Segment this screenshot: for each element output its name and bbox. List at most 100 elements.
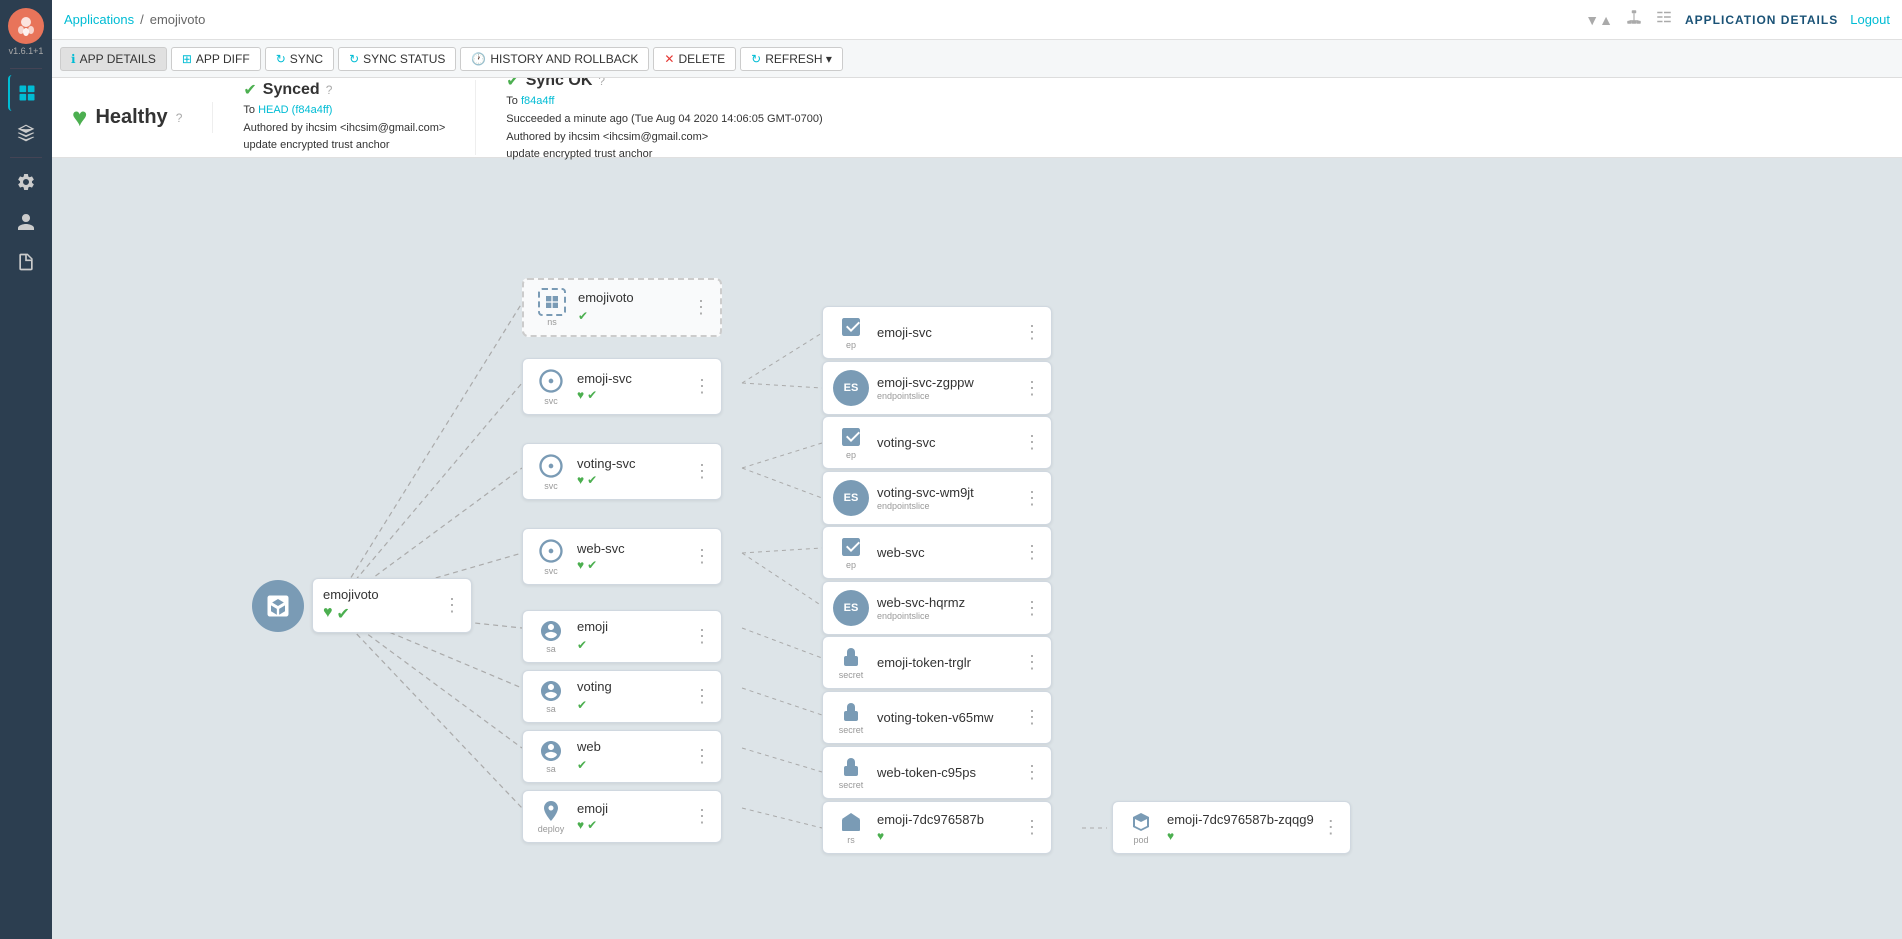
breadcrumb-current: emojivoto xyxy=(150,12,206,27)
sidebar-divider-2 xyxy=(10,157,42,158)
es-voting-info: voting-svc-wm9jt endpointslice xyxy=(877,485,1015,511)
secret-emoji-icon-wrap: secret xyxy=(833,645,869,680)
app-diff-button[interactable]: ⊞ APP DIFF xyxy=(171,47,261,71)
secret-emoji-type-label: secret xyxy=(839,670,864,680)
syncok-time: Succeeded a minute ago (Tue Aug 04 2020 … xyxy=(506,111,822,129)
healthy-help-icon[interactable]: ? xyxy=(176,111,183,125)
synced-check-icon: ✔ xyxy=(243,80,256,100)
sa-emoji-icon-wrap: sa xyxy=(533,619,569,654)
secret-web-name: web-token-c95ps xyxy=(877,765,1015,780)
sa-web-menu-icon[interactable]: ⋮ xyxy=(693,746,711,767)
secret-web-menu-icon[interactable]: ⋮ xyxy=(1023,762,1041,783)
sidebar-item-docs[interactable] xyxy=(8,244,44,280)
svc-voting-name: voting-svc xyxy=(577,456,685,471)
healthy-status: ♥ Healthy ? xyxy=(72,102,213,133)
list-view-icon[interactable] xyxy=(1655,8,1673,31)
secret-voting-menu-icon[interactable]: ⋮ xyxy=(1023,707,1041,728)
secret-voting-info: voting-token-v65mw xyxy=(877,710,1015,725)
sync-status-button[interactable]: ↻ SYNC STATUS xyxy=(338,47,456,71)
ep-emoji-name: emoji-svc xyxy=(877,325,1015,340)
ep-voting-menu-icon[interactable]: ⋮ xyxy=(1023,432,1041,453)
refresh-button[interactable]: ↻ REFRESH ▾ xyxy=(740,47,843,71)
ns-name: emojivoto xyxy=(578,290,684,305)
ep-web-name: web-svc xyxy=(877,545,1015,560)
es-voting-name: voting-svc-wm9jt xyxy=(877,485,1015,500)
root-node-icon xyxy=(252,580,304,632)
pod-emoji-menu-icon[interactable]: ⋮ xyxy=(1322,817,1340,838)
pod-emoji-name: emoji-7dc976587b-zqqg9 xyxy=(1167,812,1314,827)
synced-author: Authored by ihcsim <ihcsim@gmail.com> xyxy=(243,120,445,138)
svc-emoji-menu-icon[interactable]: ⋮ xyxy=(693,376,711,397)
deploy-emoji-node: deploy emoji ♥ ✔ ⋮ xyxy=(522,790,722,843)
rs-emoji-type-label: rs xyxy=(847,835,855,845)
svc-web-icon-wrap: svc xyxy=(533,537,569,576)
root-heart-icon: ♥ xyxy=(323,604,333,624)
pod-emoji-type-label: pod xyxy=(1133,835,1148,845)
secret-emoji-menu-icon[interactable]: ⋮ xyxy=(1023,652,1041,673)
filter-icon[interactable]: ▼▲ xyxy=(1585,12,1613,28)
es-emoji-menu-icon[interactable]: ⋮ xyxy=(1023,378,1041,399)
app-details-button[interactable]: ℹ APP DETAILS xyxy=(60,47,167,71)
ns-menu-icon[interactable]: ⋮ xyxy=(692,297,710,318)
svc-voting-sync-icon: ✔ xyxy=(587,473,597,487)
synced-help-icon[interactable]: ? xyxy=(326,83,333,97)
syncok-message: update encrypted trust anchor xyxy=(506,146,822,164)
ep-web-svc-node: ep web-svc ⋮ xyxy=(822,526,1052,579)
logout-button[interactable]: Logout xyxy=(1850,12,1890,27)
ep-voting-info: voting-svc xyxy=(877,435,1015,450)
ns-sync-icon: ✔ xyxy=(578,309,588,323)
main-canvas: emojivoto ♥ ✔ ⋮ ns emojivoto xyxy=(52,158,1902,939)
sidebar-item-user[interactable] xyxy=(8,204,44,240)
es-web-name: web-svc-hqrmz xyxy=(877,595,1015,610)
rs-emoji-menu-icon[interactable]: ⋮ xyxy=(1023,817,1041,838)
sa-voting-info: voting ✔ xyxy=(577,679,685,714)
svc-web-menu-icon[interactable]: ⋮ xyxy=(693,546,711,567)
sync-status-icon: ↻ xyxy=(349,52,359,66)
svc-web-heart-icon: ♥ xyxy=(577,558,584,572)
sa-emoji-node: sa emoji ✔ ⋮ xyxy=(522,610,722,663)
ep-web-menu-icon[interactable]: ⋮ xyxy=(1023,542,1041,563)
es-voting-menu-icon[interactable]: ⋮ xyxy=(1023,488,1041,509)
root-menu-icon[interactable]: ⋮ xyxy=(443,595,461,616)
deploy-emoji-menu-icon[interactable]: ⋮ xyxy=(693,806,711,827)
sa-emoji-status: ✔ xyxy=(577,636,685,654)
syncok-commit[interactable]: f84a4ff xyxy=(521,95,554,107)
delete-button[interactable]: ✕ DELETE xyxy=(653,47,736,71)
svc-emoji-status: ♥ ✔ xyxy=(577,388,685,402)
secret-web-type-label: secret xyxy=(839,780,864,790)
sync-button[interactable]: ↻ SYNC xyxy=(265,47,334,71)
syncok-to: To f84a4ff xyxy=(506,93,822,111)
top-nav: Applications / emojivoto ▼▲ APPLICATION … xyxy=(52,0,1902,40)
synced-commit[interactable]: HEAD (f84a4ff) xyxy=(258,104,332,116)
status-bar: ♥ Healthy ? ✔ Synced ? To HEAD (f84a4ff)… xyxy=(52,78,1902,158)
ep-emoji-menu-icon[interactable]: ⋮ xyxy=(1023,322,1041,343)
svc-emoji-info: emoji-svc ♥ ✔ xyxy=(577,371,685,402)
breadcrumb-applications-link[interactable]: Applications xyxy=(64,12,134,27)
tree-view-icon[interactable] xyxy=(1625,8,1643,31)
sa-voting-menu-icon[interactable]: ⋮ xyxy=(693,686,711,707)
deploy-emoji-sync-icon: ✔ xyxy=(587,818,597,832)
svc-voting-menu-icon[interactable]: ⋮ xyxy=(693,461,711,482)
version-label: v1.6.1+1 xyxy=(9,46,44,56)
svc-emoji-icon-wrap: svc xyxy=(533,367,569,406)
sa-voting-name: voting xyxy=(577,679,685,694)
sa-emoji-info: emoji ✔ xyxy=(577,619,685,654)
sa-voting-type-label: sa xyxy=(546,704,556,714)
sa-emoji-menu-icon[interactable]: ⋮ xyxy=(693,626,711,647)
synced-message: update encrypted trust anchor xyxy=(243,137,445,155)
root-node: emojivoto ♥ ✔ ⋮ xyxy=(252,578,472,633)
syncok-author: Authored by ihcsim <ihcsim@gmail.com> xyxy=(506,129,822,147)
sidebar-item-layers[interactable] xyxy=(8,115,44,151)
secret-voting-token-node: secret voting-token-v65mw ⋮ xyxy=(822,691,1052,744)
synced-label: Synced xyxy=(263,81,320,99)
secret-emoji-info: emoji-token-trglr xyxy=(877,655,1015,670)
secret-emoji-token-node: secret emoji-token-trglr ⋮ xyxy=(822,636,1052,689)
secret-voting-icon-wrap: secret xyxy=(833,700,869,735)
secret-voting-name: voting-token-v65mw xyxy=(877,710,1015,725)
sidebar-item-settings[interactable] xyxy=(8,164,44,200)
es-web-menu-icon[interactable]: ⋮ xyxy=(1023,598,1041,619)
history-rollback-button[interactable]: 🕐 HISTORY AND ROLLBACK xyxy=(460,47,649,71)
sidebar-item-applications[interactable] xyxy=(8,75,44,111)
svc-emoji-heart-icon: ♥ xyxy=(577,388,584,402)
sync-icon: ↻ xyxy=(276,52,286,66)
